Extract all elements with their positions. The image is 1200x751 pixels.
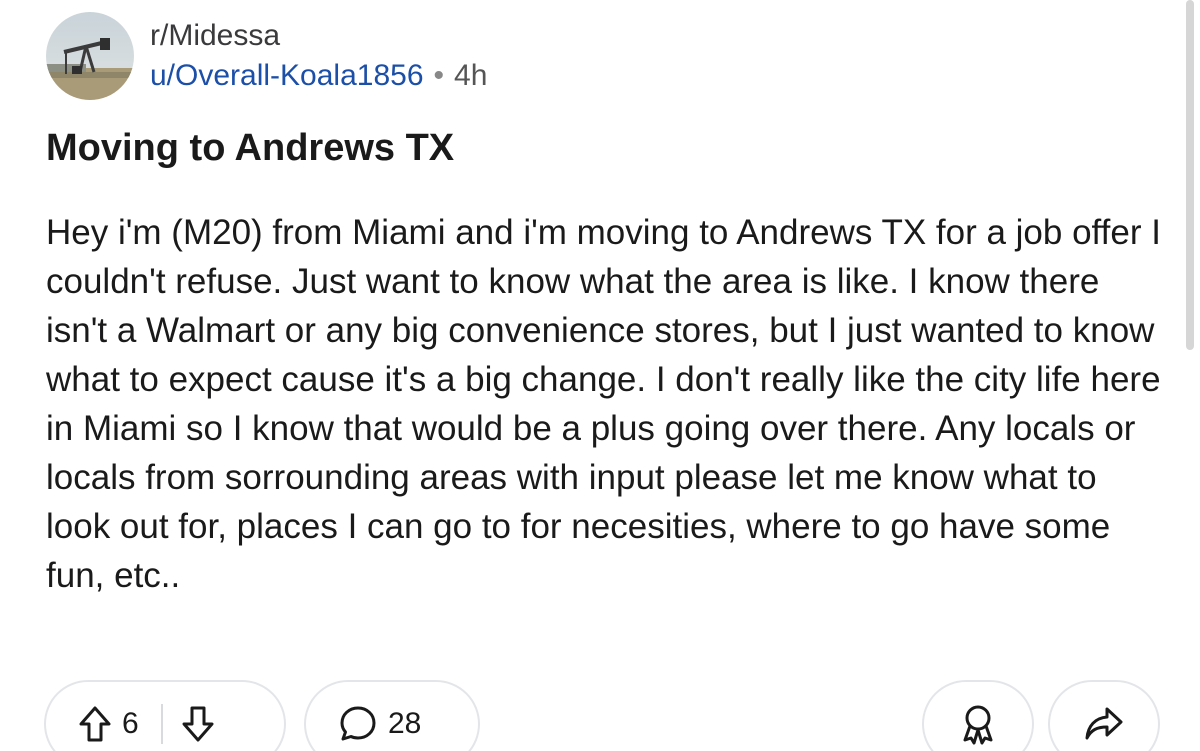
comments-button[interactable]: 28 xyxy=(304,680,480,751)
byline: u/Overall-Koala1856 • 4h xyxy=(150,56,487,96)
share-button[interactable] xyxy=(1048,680,1160,751)
post-action-bar: 6 28 xyxy=(0,680,1200,751)
upvote-count: 6 xyxy=(122,707,139,740)
post-header: r/Midessa u/Overall-Koala1856 • 4h xyxy=(46,12,487,100)
meta-separator: • xyxy=(433,59,445,92)
subreddit-name[interactable]: r/Midessa xyxy=(150,16,487,56)
author-username[interactable]: u/Overall-Koala1856 xyxy=(150,56,424,96)
post-title: Moving to Andrews TX xyxy=(46,127,455,169)
vote-control: 6 xyxy=(44,680,286,751)
post-body: Hey i'm (M20) from Miami and i'm moving … xyxy=(46,213,1161,595)
upvote-arrow-icon[interactable] xyxy=(78,705,112,743)
comment-count: 28 xyxy=(388,707,422,740)
share-arrow-icon xyxy=(1083,705,1125,743)
vote-divider xyxy=(160,704,163,744)
downvote-arrow-icon[interactable] xyxy=(181,705,215,743)
scrollbar[interactable] xyxy=(1186,0,1194,350)
comment-bubble-icon xyxy=(338,704,378,744)
subreddit-avatar[interactable] xyxy=(46,12,134,100)
post-time: 4h xyxy=(454,59,488,92)
award-button[interactable] xyxy=(922,680,1034,751)
award-ribbon-icon xyxy=(958,703,998,745)
